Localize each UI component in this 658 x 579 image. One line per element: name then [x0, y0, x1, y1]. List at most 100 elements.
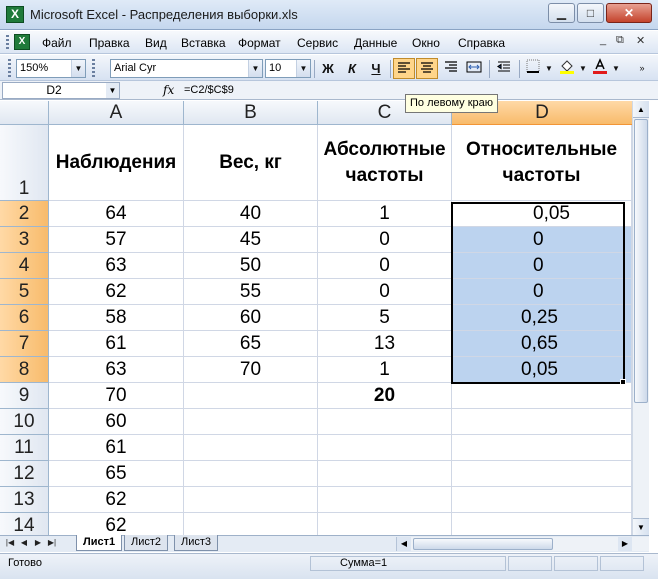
sheet-tab-2[interactable]: Лист2	[124, 535, 169, 551]
menu-data[interactable]: Данные	[354, 36, 397, 50]
scroll-right-icon[interactable]: ▶	[618, 537, 632, 551]
cell-c7[interactable]: 13	[318, 331, 452, 357]
chevron-down-icon[interactable]: ▼	[106, 83, 119, 98]
toolbar-options-button[interactable]: »	[636, 58, 648, 79]
vertical-scrollbar[interactable]: ▲ ▼	[632, 101, 649, 535]
cell-d7[interactable]: 0,65	[452, 331, 632, 357]
font-size-combo[interactable]: 10 ▼	[265, 59, 311, 78]
row-header-9[interactable]: 9	[0, 383, 49, 409]
menu-edit[interactable]: Правка	[89, 36, 130, 50]
toolbar-grip[interactable]	[8, 59, 11, 77]
cell-a2[interactable]: 64	[49, 201, 184, 227]
doc-close-button[interactable]: ✕	[636, 34, 645, 47]
scroll-up-icon[interactable]: ▲	[633, 101, 649, 118]
bold-button[interactable]: Ж	[317, 58, 339, 79]
header-cell-a[interactable]: Наблюдения	[49, 125, 184, 201]
column-header-b[interactable]: B	[184, 101, 318, 125]
chevron-down-icon[interactable]: ▼	[71, 60, 85, 77]
menu-file[interactable]: Файл	[42, 36, 72, 50]
align-right-button[interactable]	[440, 58, 462, 79]
chevron-down-icon[interactable]: ▼	[248, 60, 262, 77]
header-cell-b[interactable]: Вес, кг	[184, 125, 318, 201]
header-cell-c[interactable]: Абсолютные частоты	[318, 125, 452, 201]
minimize-button[interactable]: ▁	[548, 3, 575, 23]
cell-a10[interactable]: 60	[49, 409, 184, 435]
row-header-13[interactable]: 13	[0, 487, 49, 513]
cell-d3[interactable]: 0	[452, 227, 632, 253]
merge-center-button[interactable]	[463, 58, 485, 79]
toolbar-grip-2[interactable]	[92, 59, 95, 77]
font-combo[interactable]: Arial Cyr ▼	[110, 59, 263, 78]
maximize-button[interactable]: □	[577, 3, 604, 23]
column-header-a[interactable]: A	[49, 101, 184, 125]
cell-c10[interactable]	[318, 409, 452, 435]
cell-b8[interactable]: 70	[184, 357, 318, 383]
row-header-5[interactable]: 5	[0, 279, 49, 305]
decrease-indent-button[interactable]	[493, 58, 515, 79]
menu-view[interactable]: Вид	[145, 36, 167, 50]
menu-insert[interactable]: Вставка	[181, 36, 226, 50]
row-header-7[interactable]: 7	[0, 331, 49, 357]
cell-d13[interactable]	[452, 487, 632, 513]
row-header-4[interactable]: 4	[0, 253, 49, 279]
next-sheet-icon[interactable]: ▶	[32, 536, 44, 550]
cell-b11[interactable]	[184, 435, 318, 461]
insert-function-icon[interactable]: fx	[163, 83, 174, 97]
cell-d12[interactable]	[452, 461, 632, 487]
close-button[interactable]: ✕	[606, 3, 652, 23]
cell-a11[interactable]: 61	[49, 435, 184, 461]
cell-c4[interactable]: 0	[318, 253, 452, 279]
italic-button[interactable]: К	[341, 58, 363, 79]
row-header-12[interactable]: 12	[0, 461, 49, 487]
row-header-8[interactable]: 8	[0, 357, 49, 383]
menu-tools[interactable]: Сервис	[297, 36, 338, 50]
cell-b4[interactable]: 50	[184, 253, 318, 279]
doc-restore-button[interactable]: ⧉	[616, 34, 624, 47]
cell-a13[interactable]: 62	[49, 487, 184, 513]
cell-c11[interactable]	[318, 435, 452, 461]
cell-c9[interactable]: 20	[318, 383, 452, 409]
align-center-button[interactable]	[416, 58, 438, 79]
menu-window[interactable]: Окно	[412, 36, 440, 50]
cell-a9[interactable]: 70	[49, 383, 184, 409]
chevron-down-icon[interactable]: ▼	[611, 58, 621, 79]
cell-a14[interactable]: 62	[49, 513, 184, 535]
last-sheet-icon[interactable]: ▶|	[46, 536, 58, 550]
cell-d6[interactable]: 0,25	[452, 305, 632, 331]
align-left-button[interactable]	[393, 58, 415, 79]
row-header-11[interactable]: 11	[0, 435, 49, 461]
cell-a5[interactable]: 62	[49, 279, 184, 305]
excel-app-icon[interactable]: X	[6, 6, 24, 23]
menubar-grip[interactable]	[6, 35, 9, 51]
chevron-down-icon[interactable]: ▼	[544, 58, 554, 79]
menu-help[interactable]: Справка	[458, 36, 505, 50]
cell-a6[interactable]: 58	[49, 305, 184, 331]
fill-color-button[interactable]	[556, 58, 578, 79]
row-header-3[interactable]: 3	[0, 227, 49, 253]
cell-d2[interactable]: 0,05	[452, 201, 632, 227]
scroll-down-icon[interactable]: ▼	[633, 518, 649, 535]
row-header-1[interactable]: 1	[0, 125, 49, 201]
cell-b7[interactable]: 65	[184, 331, 318, 357]
row-header-10[interactable]: 10	[0, 409, 49, 435]
cell-c3[interactable]: 0	[318, 227, 452, 253]
sheet-tab-1[interactable]: Лист1	[76, 535, 123, 551]
cell-d5[interactable]: 0	[452, 279, 632, 305]
cell-c5[interactable]: 0	[318, 279, 452, 305]
sheet-tab-3[interactable]: Лист3	[174, 535, 219, 551]
formula-input[interactable]: =C2/$C$9	[184, 84, 234, 96]
menu-format[interactable]: Формат	[238, 36, 281, 50]
scroll-left-icon[interactable]: ◀	[397, 537, 411, 551]
cell-c14[interactable]	[318, 513, 452, 535]
cell-d9[interactable]	[452, 383, 632, 409]
cell-a3[interactable]: 57	[49, 227, 184, 253]
vertical-scroll-thumb[interactable]	[634, 119, 648, 403]
select-all-button[interactable]	[0, 101, 49, 125]
zoom-combo[interactable]: 150% ▼	[16, 59, 86, 78]
first-sheet-icon[interactable]: |◀	[4, 536, 16, 550]
cell-b6[interactable]: 60	[184, 305, 318, 331]
cell-c6[interactable]: 5	[318, 305, 452, 331]
horizontal-scrollbar[interactable]: ◀ ▶	[396, 537, 649, 551]
cell-a4[interactable]: 63	[49, 253, 184, 279]
cell-b10[interactable]	[184, 409, 318, 435]
